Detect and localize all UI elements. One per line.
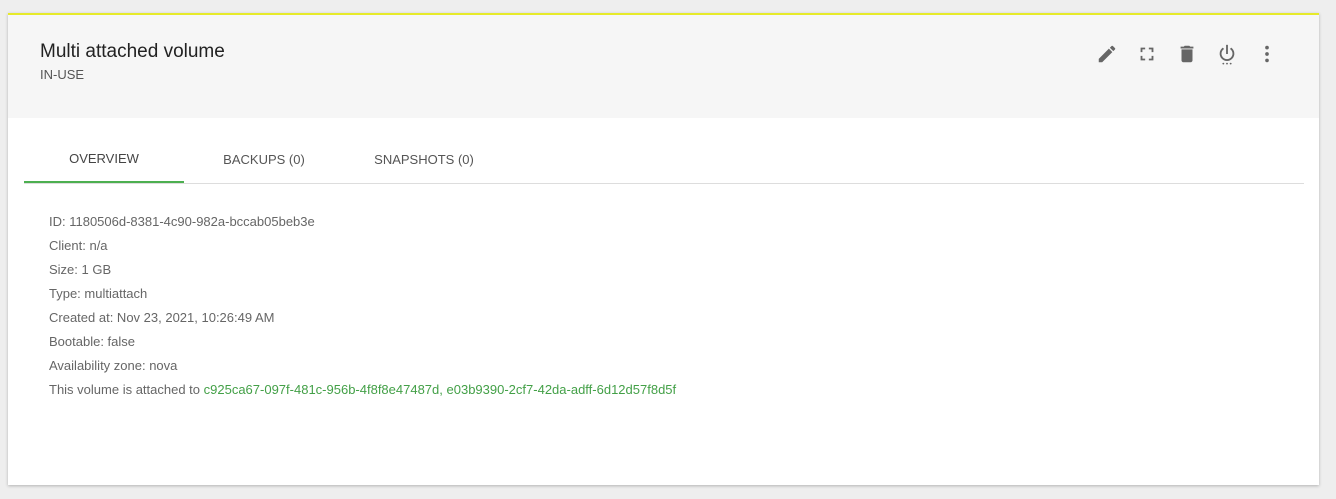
- volume-details: ID: 1180506d-8381-4c90-982a-bccab05beb3e…: [49, 210, 676, 402]
- detail-client: Client: n/a: [49, 238, 108, 253]
- power-icon: [1219, 44, 1235, 65]
- tab-backups[interactable]: BACKUPS (0): [184, 135, 344, 183]
- more-options-button[interactable]: [1255, 42, 1279, 66]
- delete-icon: [1180, 45, 1194, 63]
- fullscreen-icon: [1140, 47, 1154, 61]
- tab-overview[interactable]: OVERVIEW: [24, 135, 184, 183]
- delete-button[interactable]: [1175, 42, 1199, 66]
- detail-type: Type: multiattach: [49, 286, 148, 301]
- detail-attached: This volume is attached to c925ca67-097f…: [49, 378, 676, 402]
- attached-instance-link-1[interactable]: c925ca67-097f-481c-956b-4f8f8e47487d: [204, 382, 440, 397]
- attached-prefix: This volume is attached to: [49, 382, 204, 397]
- detail-id: ID: 1180506d-8381-4c90-982a-bccab05beb3e: [49, 214, 315, 229]
- detail-size: Size: 1 GB: [49, 262, 112, 277]
- detail-bootable: Bootable: false: [49, 334, 136, 349]
- more-vert-icon: [1265, 45, 1269, 63]
- volume-status: IN-USE: [40, 67, 85, 82]
- power-button[interactable]: [1215, 42, 1239, 66]
- detail-zone: Availability zone: nova: [49, 358, 178, 373]
- tab-bar: OVERVIEW BACKUPS (0) SNAPSHOTS (0): [24, 135, 1304, 184]
- volume-title: Multi attached volume: [40, 41, 225, 62]
- attached-separator: ,: [439, 382, 447, 397]
- attached-instance-link-2[interactable]: e03b9390-2cf7-42da-adff-6d12d57f8d5f: [447, 382, 677, 397]
- fullscreen-button[interactable]: [1135, 42, 1159, 66]
- card-header: Multi attached volume IN-USE: [8, 15, 1319, 118]
- header-actions: [1095, 42, 1279, 66]
- volume-card: Multi attached volume IN-USE OVERVIEW BA…: [8, 13, 1319, 485]
- detail-created: Created at: Nov 23, 2021, 10:26:49 AM: [49, 310, 275, 325]
- edit-button[interactable]: [1095, 42, 1119, 66]
- tab-snapshots[interactable]: SNAPSHOTS (0): [344, 135, 504, 183]
- edit-icon: [1098, 45, 1116, 63]
